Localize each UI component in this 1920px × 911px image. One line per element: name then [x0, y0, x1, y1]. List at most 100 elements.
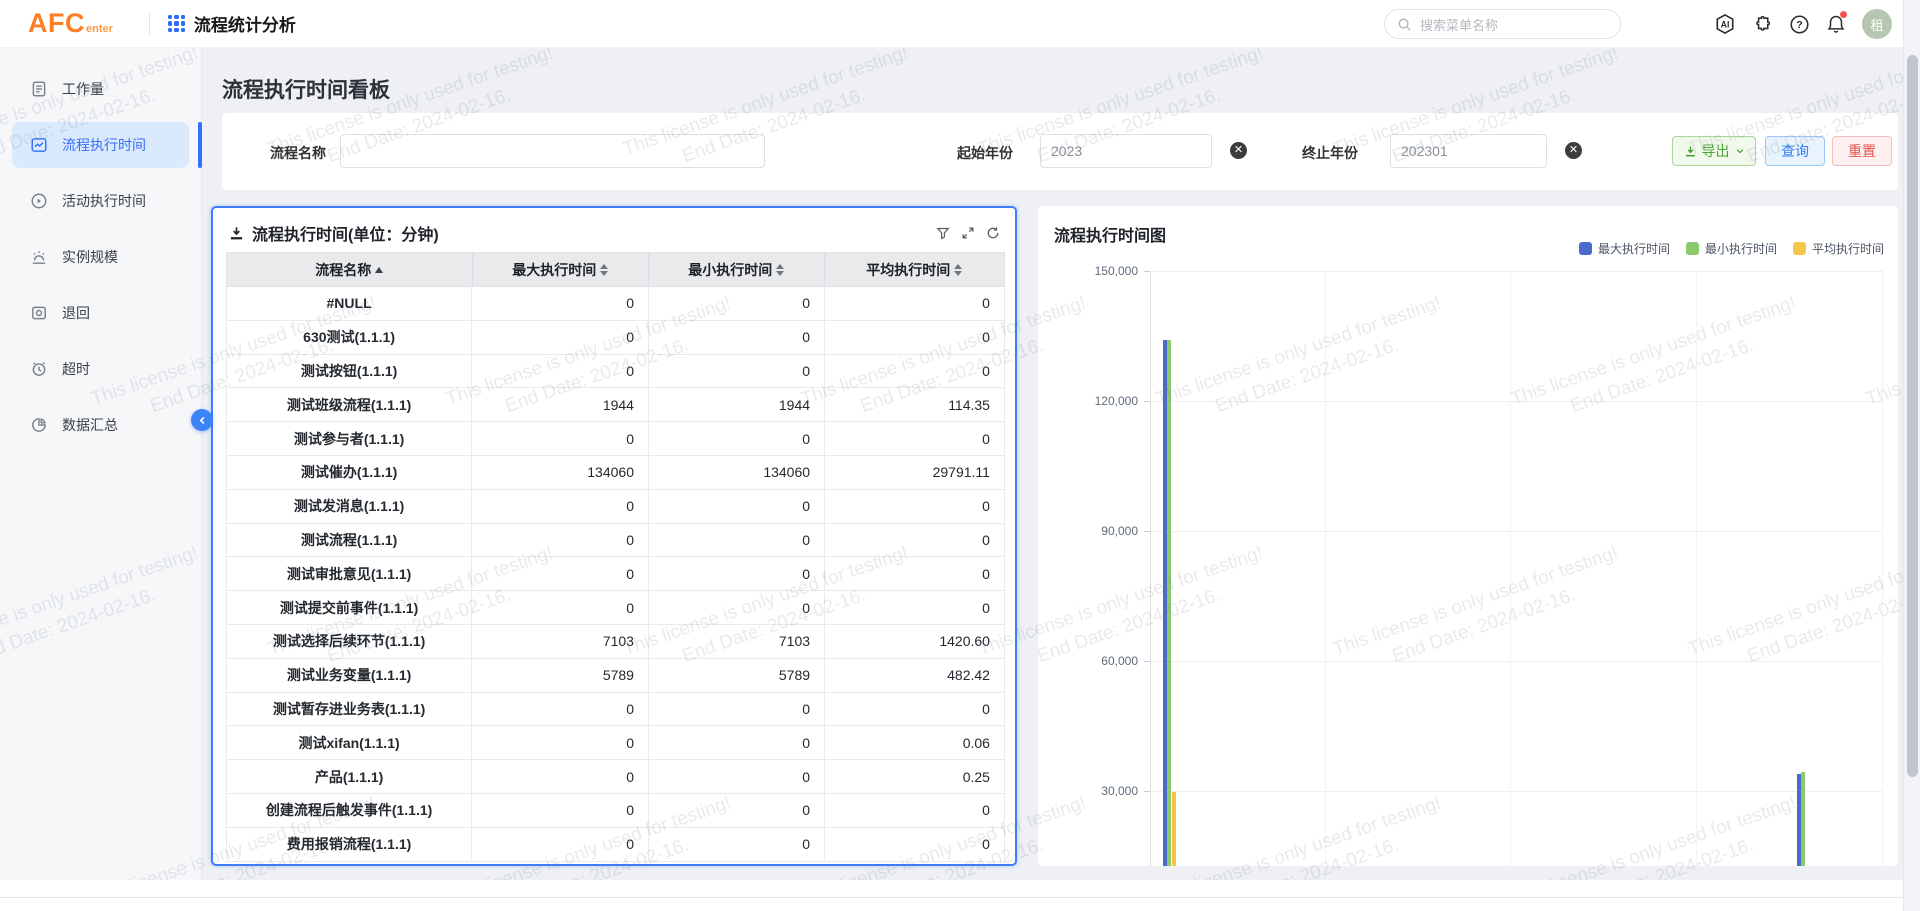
ai-assistant-icon[interactable]: AI	[1714, 13, 1736, 35]
chart-panel: 流程执行时间图 最大执行时间最小执行时间平均执行时间 150,000120,00…	[1038, 206, 1898, 866]
max-time-cell: 134060	[472, 456, 649, 489]
sidebar-item-5[interactable]: 超时	[12, 346, 189, 392]
min-time-cell: 134060	[649, 456, 825, 489]
table-row[interactable]: 创建流程后触发事件(1.1.1)000	[226, 794, 1005, 828]
h-gridline	[1150, 271, 1882, 272]
column-label: 最大执行时间	[512, 260, 596, 280]
sidebar-item-0[interactable]: 工作量	[12, 66, 189, 112]
table-row[interactable]: 测试催办(1.1.1)13406013406029791.11	[226, 456, 1005, 490]
sidebar-collapse-toggle[interactable]	[191, 409, 213, 431]
min-time-cell: 7103	[649, 625, 825, 658]
clear-start-year-button[interactable]: ✕	[1230, 142, 1247, 159]
sidebar-item-6[interactable]: 数据汇总	[12, 402, 189, 448]
process-name-input[interactable]	[340, 134, 765, 168]
table-row[interactable]: 测试发消息(1.1.1)000	[226, 490, 1005, 524]
table-row[interactable]: 测试提交前事件(1.1.1)000	[226, 591, 1005, 625]
table-row[interactable]: 测试按钮(1.1.1)000	[226, 355, 1005, 389]
clear-end-year-button[interactable]: ✕	[1565, 142, 1582, 159]
process-name-cell: 630测试(1.1.1)	[226, 321, 472, 354]
table-row[interactable]: 测试业务变量(1.1.1)57895789482.42	[226, 659, 1005, 693]
table-row[interactable]: 测试流程(1.1.1)000	[226, 524, 1005, 558]
notification-dot	[1840, 11, 1847, 18]
page-scrollbar[interactable]	[1903, 0, 1920, 911]
export-button[interactable]: 导出	[1672, 136, 1756, 166]
table-row[interactable]: 测试审批意见(1.1.1)000	[226, 557, 1005, 591]
table-row[interactable]: 测试参与者(1.1.1)000	[226, 422, 1005, 456]
max-time-cell: 0	[472, 760, 649, 793]
table-row[interactable]: 费用报销流程(1.1.1)000	[226, 828, 1005, 862]
max-time-cell: 0	[472, 828, 649, 861]
max-time-cell: 0	[472, 321, 649, 354]
max-time-cell: 0	[472, 693, 649, 726]
avg-time-cell: 0	[825, 591, 1005, 624]
process-name-cell: 测试提交前事件(1.1.1)	[226, 591, 472, 624]
download-icon[interactable]	[229, 226, 244, 241]
refresh-icon[interactable]	[986, 226, 1000, 240]
max-time-cell: 0	[472, 557, 649, 590]
table-row[interactable]: 测试班级流程(1.1.1)19441944114.35	[226, 388, 1005, 422]
process-name-cell: 测试催办(1.1.1)	[226, 456, 472, 489]
process-name-cell: 测试发消息(1.1.1)	[226, 490, 472, 523]
avg-time-cell: 29791.11	[825, 456, 1005, 489]
scrollbar-thumb[interactable]	[1907, 55, 1918, 777]
plugin-icon[interactable]	[1751, 13, 1773, 35]
sidebar-item-2[interactable]: 活动执行时间	[12, 178, 189, 224]
table-row[interactable]: 测试xifan(1.1.1)000.06	[226, 726, 1005, 760]
app-grid-icon[interactable]	[168, 15, 185, 32]
avatar[interactable]: 租	[1862, 9, 1892, 39]
v-gridline	[1696, 271, 1697, 866]
menu-search-input[interactable]: 搜索菜单名称	[1384, 9, 1621, 39]
chart-bar	[1167, 340, 1171, 866]
y-axis-tick-label: 60,000	[1048, 654, 1138, 668]
doc-icon	[30, 80, 48, 98]
column-header-3[interactable]: 平均执行时间	[825, 253, 1004, 286]
fullscreen-icon[interactable]	[961, 226, 975, 240]
end-year-input[interactable]: 202301	[1390, 134, 1547, 168]
table-row[interactable]: 测试暂存进业务表(1.1.1)000	[226, 693, 1005, 727]
legend-item[interactable]: 平均执行时间	[1793, 240, 1884, 257]
min-time-cell: 0	[649, 794, 825, 827]
table-row[interactable]: #NULL000	[226, 287, 1005, 321]
h-gridline	[1150, 401, 1882, 402]
table-row[interactable]: 630测试(1.1.1)000	[226, 321, 1005, 355]
max-time-cell: 1944	[472, 388, 649, 421]
sidebar: 工作量流程执行时间活动执行时间实例规模退回超时数据汇总	[0, 48, 202, 880]
sidebar-item-label: 退回	[62, 303, 90, 323]
query-button[interactable]: 查询	[1765, 136, 1825, 166]
table-row[interactable]: 测试选择后续环节(1.1.1)710371031420.60	[226, 625, 1005, 659]
process-name-cell: 测试按钮(1.1.1)	[226, 355, 472, 388]
legend-swatch	[1579, 242, 1592, 255]
column-header-0[interactable]: 流程名称	[227, 253, 473, 286]
clock-icon	[30, 360, 48, 378]
column-header-2[interactable]: 最小执行时间	[649, 253, 825, 286]
bell-icon[interactable]	[1825, 13, 1847, 35]
active-item-indicator	[198, 122, 202, 168]
filter-icon[interactable]	[936, 226, 950, 240]
start-year-input[interactable]: 2023	[1040, 134, 1212, 168]
help-icon[interactable]: ?	[1788, 13, 1810, 35]
sidebar-item-4[interactable]: 退回	[12, 290, 189, 336]
sidebar-item-1[interactable]: 流程执行时间	[12, 122, 189, 168]
sort-icon	[954, 264, 962, 276]
app-root: AFC enter 流程统计分析 搜索菜单名称 AI ? 租	[0, 0, 1920, 911]
chart-bar	[1172, 792, 1176, 866]
table-row[interactable]: 产品(1.1.1)000.25	[226, 760, 1005, 794]
column-header-1[interactable]: 最大执行时间	[473, 253, 649, 286]
sidebar-item-3[interactable]: 实例规模	[12, 234, 189, 280]
avg-time-cell: 0	[825, 693, 1005, 726]
logo[interactable]: AFC enter	[28, 8, 113, 39]
process-name-cell: 测试业务变量(1.1.1)	[226, 659, 472, 692]
top-bar: AFC enter 流程统计分析 搜索菜单名称 AI ? 租	[0, 0, 1920, 48]
start-year-label: 起始年份	[957, 143, 1013, 163]
legend-item[interactable]: 最大执行时间	[1579, 240, 1670, 257]
avg-time-cell: 0	[825, 794, 1005, 827]
download-icon	[1684, 145, 1697, 158]
legend-item[interactable]: 最小执行时间	[1686, 240, 1777, 257]
pie-icon	[30, 416, 48, 434]
legend-swatch	[1686, 242, 1699, 255]
reset-button[interactable]: 重置	[1832, 136, 1892, 166]
alarm-icon	[30, 248, 48, 266]
min-time-cell: 0	[649, 490, 825, 523]
y-axis-tick-label: 30,000	[1048, 784, 1138, 798]
sort-icon	[776, 264, 784, 276]
